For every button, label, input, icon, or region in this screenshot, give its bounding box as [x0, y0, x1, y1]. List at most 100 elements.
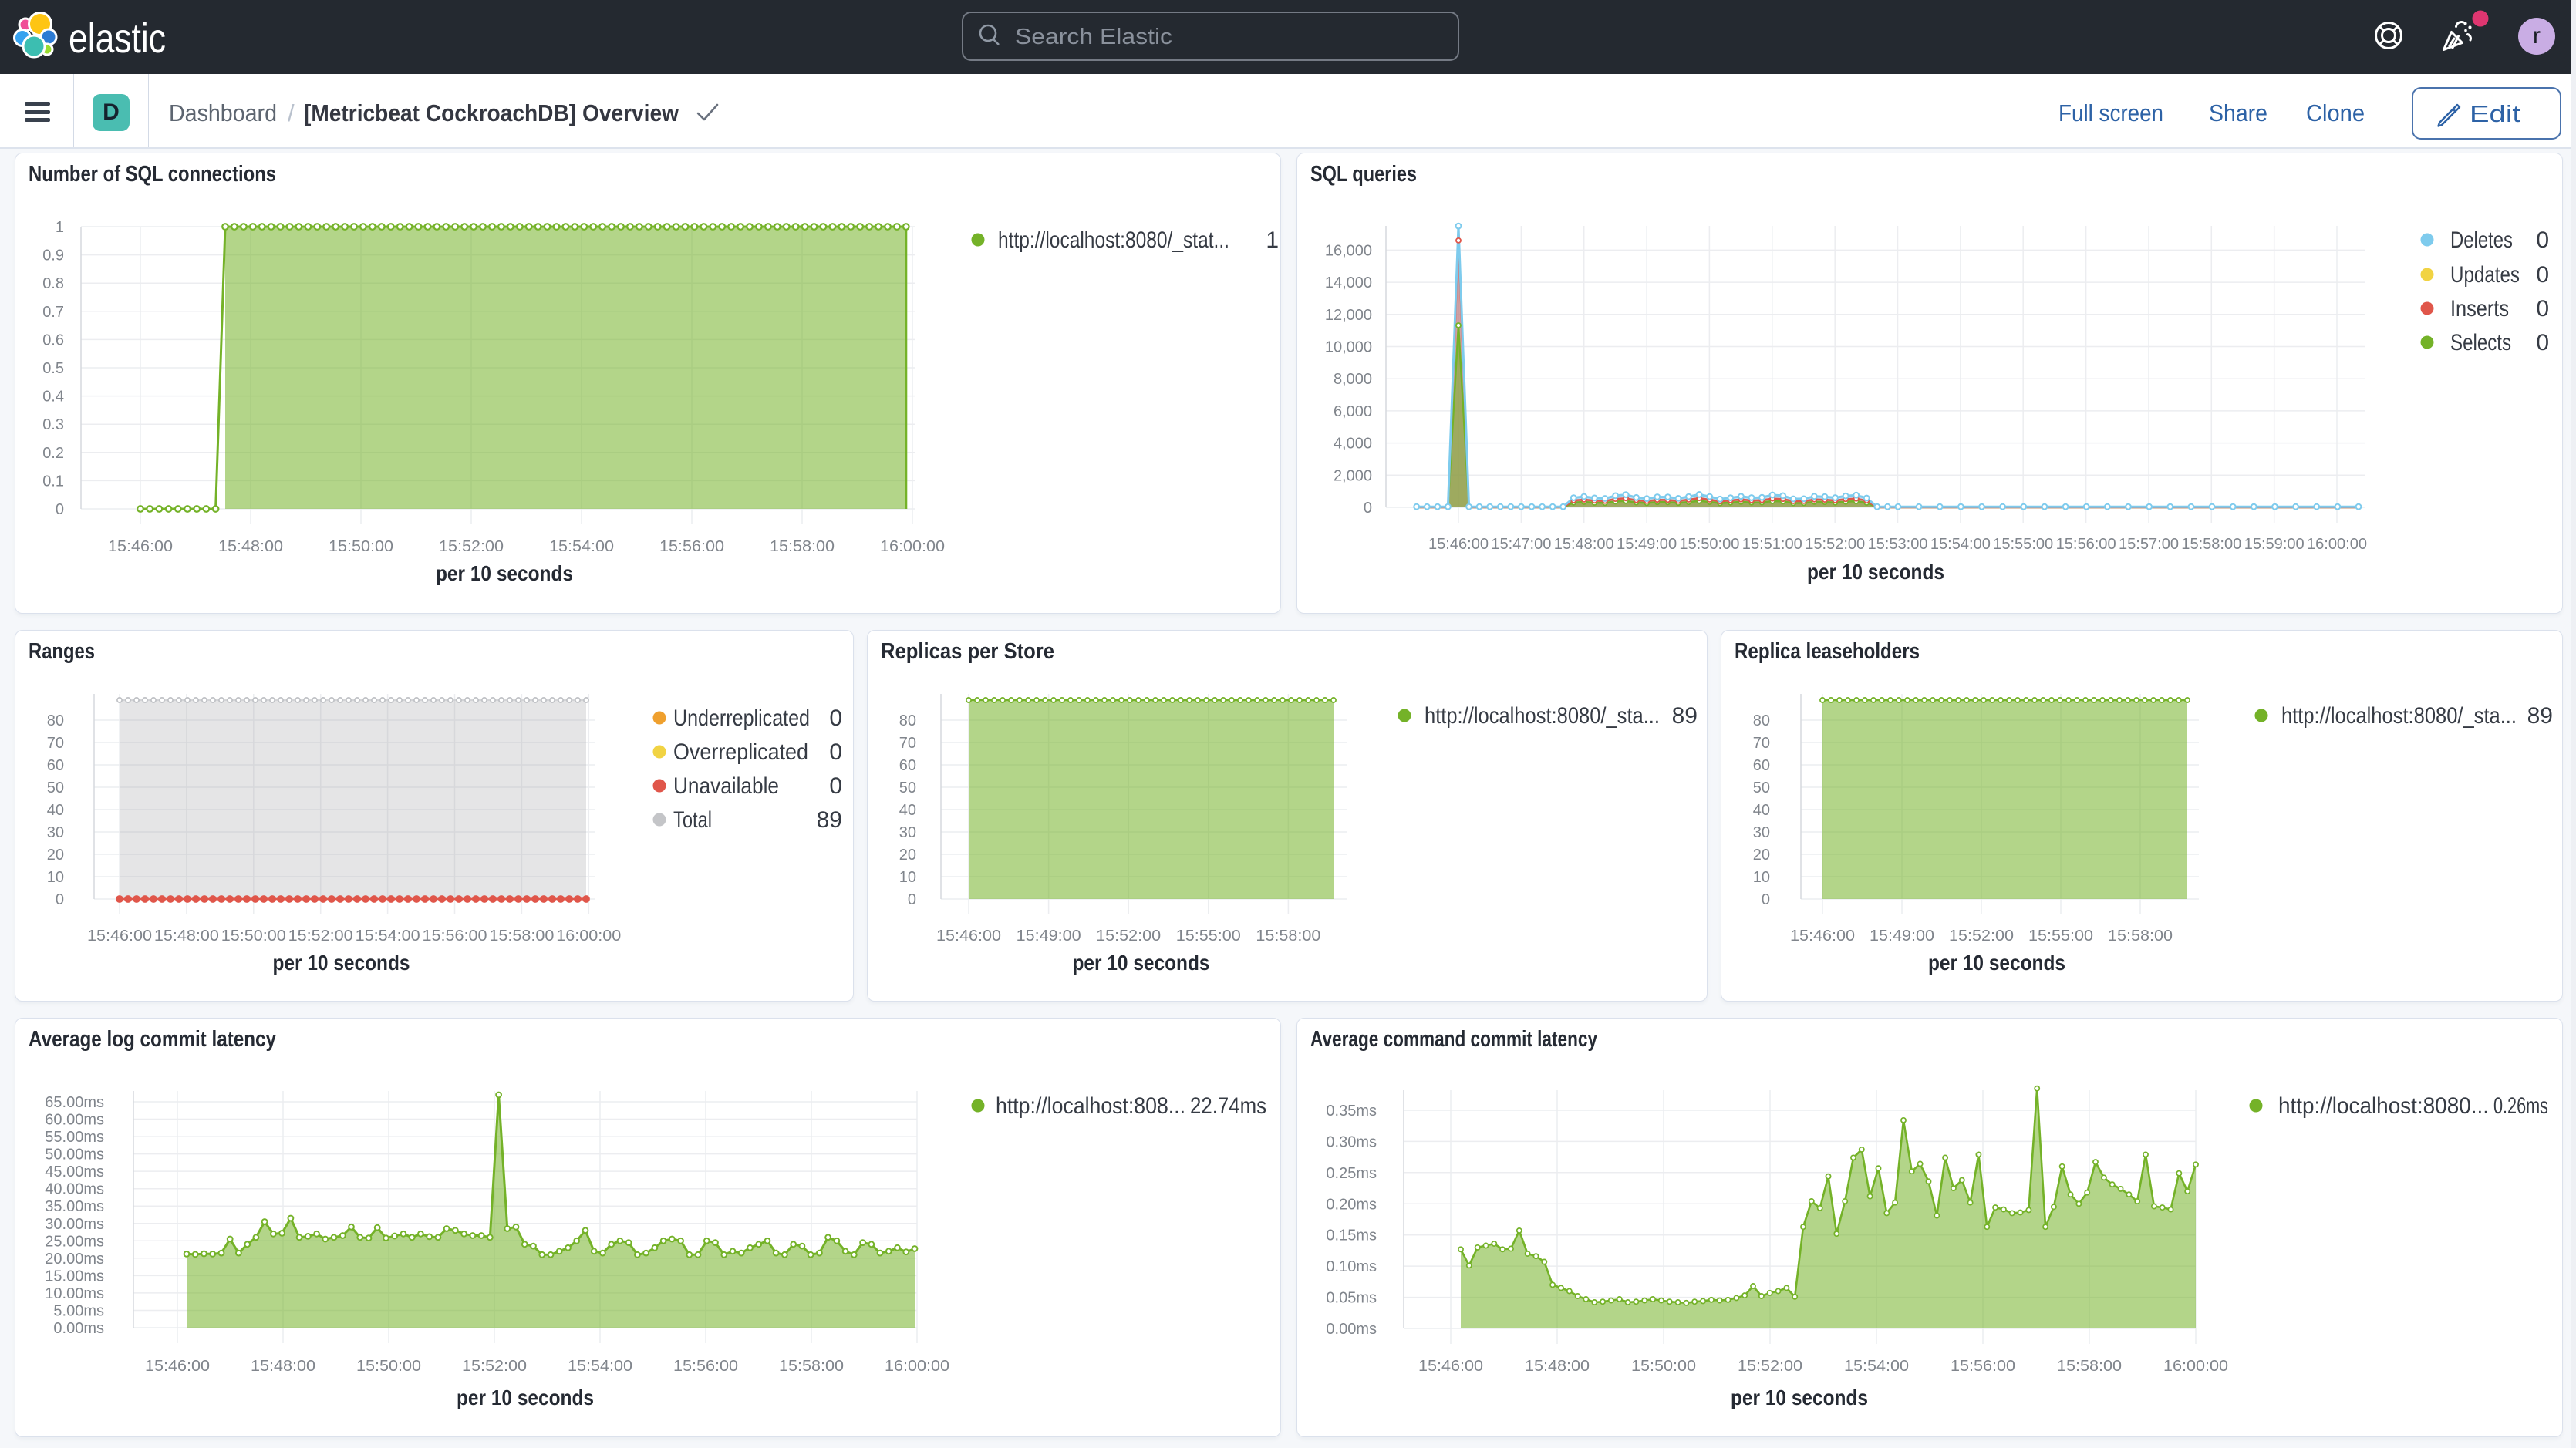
svg-text:15:49:00: 15:49:00 [1017, 928, 1081, 945]
svg-text:15:56:00: 15:56:00 [673, 1358, 738, 1375]
svg-text:55.00ms: 55.00ms [45, 1129, 104, 1146]
svg-text:15:51:00: 15:51:00 [1742, 536, 1802, 553]
svg-text:15:55:00: 15:55:00 [1993, 536, 2053, 553]
svg-text:15:54:00: 15:54:00 [1844, 1358, 1909, 1375]
svg-text:40: 40 [899, 802, 916, 819]
svg-text:0.4: 0.4 [42, 389, 64, 406]
svg-text:80: 80 [899, 712, 916, 729]
svg-text:[Metricbeat CockroachDB] Overv: [Metricbeat CockroachDB] Overview [304, 99, 679, 126]
svg-text:http://localhost:8080/_sta...: http://localhost:8080/_sta... [1425, 703, 1660, 729]
svg-text:15:52:00: 15:52:00 [288, 928, 353, 945]
svg-text:15:50:00: 15:50:00 [221, 928, 286, 945]
svg-text:15:46:00: 15:46:00 [87, 928, 152, 945]
svg-text:per 10 seconds: per 10 seconds [273, 951, 410, 975]
svg-text:15:52:00: 15:52:00 [1805, 536, 1865, 553]
svg-text:Search Elastic: Search Elastic [1015, 25, 1172, 49]
svg-text:0: 0 [2536, 296, 2549, 322]
svg-text:15:53:00: 15:53:00 [1868, 536, 1928, 553]
svg-text:8,000: 8,000 [1334, 371, 1372, 388]
svg-text:40: 40 [47, 802, 64, 819]
svg-text:35.00ms: 35.00ms [45, 1198, 104, 1215]
svg-text:15:57:00: 15:57:00 [2119, 536, 2179, 553]
svg-text:10.00ms: 10.00ms [45, 1285, 104, 1302]
svg-text:10: 10 [899, 869, 916, 886]
svg-text:0.05ms: 0.05ms [1326, 1290, 1377, 1307]
svg-text:1: 1 [1266, 227, 1279, 253]
svg-text:30: 30 [1753, 824, 1770, 841]
svg-text:http://localhost:8080...: http://localhost:8080... [2278, 1093, 2489, 1119]
svg-text:40: 40 [1753, 802, 1770, 819]
svg-text:Selects: Selects [2450, 330, 2511, 355]
svg-text:Edit: Edit [2470, 100, 2520, 127]
svg-text:15:52:00: 15:52:00 [1949, 928, 2014, 945]
svg-text:15:54:00: 15:54:00 [356, 928, 420, 945]
svg-text:0.35ms: 0.35ms [1326, 1103, 1377, 1120]
svg-text:per 10 seconds: per 10 seconds [1731, 1386, 1868, 1409]
svg-text:20: 20 [899, 847, 916, 864]
svg-text:0: 0 [56, 891, 64, 908]
svg-text:15:54:00: 15:54:00 [549, 538, 614, 555]
svg-text:0.6: 0.6 [42, 332, 64, 349]
svg-text:SQL queries: SQL queries [1310, 162, 1417, 187]
svg-text:Total: Total [673, 807, 712, 833]
svg-text:Deletes: Deletes [2450, 227, 2513, 253]
svg-text:Overreplicated: Overreplicated [673, 739, 808, 765]
svg-text:0: 0 [1762, 891, 1770, 908]
svg-text:80: 80 [47, 712, 64, 729]
svg-text:15:50:00: 15:50:00 [1679, 536, 1739, 553]
svg-text:70: 70 [899, 735, 916, 752]
svg-text:14,000: 14,000 [1325, 274, 1372, 291]
svg-text:15:52:00: 15:52:00 [462, 1358, 527, 1375]
svg-text:Replica leaseholders: Replica leaseholders [1735, 639, 1920, 664]
svg-text:15:58:00: 15:58:00 [489, 928, 554, 945]
svg-text:60: 60 [47, 757, 64, 774]
svg-text:20: 20 [1753, 847, 1770, 864]
svg-text:15:56:00: 15:56:00 [2056, 536, 2116, 553]
svg-text:60: 60 [899, 757, 916, 774]
svg-text:Clone: Clone [2306, 99, 2365, 126]
svg-text:15:58:00: 15:58:00 [2057, 1358, 2122, 1375]
svg-text:0.7: 0.7 [42, 304, 64, 321]
svg-text:/: / [288, 99, 295, 126]
svg-text:15:59:00: 15:59:00 [2244, 536, 2305, 553]
svg-text:Full screen: Full screen [2058, 99, 2163, 126]
svg-text:0: 0 [2536, 330, 2549, 355]
svg-text:10,000: 10,000 [1325, 339, 1372, 356]
svg-text:16:00:00: 16:00:00 [2163, 1358, 2228, 1375]
svg-text:15:50:00: 15:50:00 [356, 1358, 421, 1375]
svg-text:50: 50 [1753, 780, 1770, 796]
svg-text:15:58:00: 15:58:00 [1256, 928, 1320, 945]
svg-text:per 10 seconds: per 10 seconds [457, 1386, 594, 1409]
svg-text:Underreplicated: Underreplicated [673, 705, 810, 731]
svg-text:1: 1 [56, 219, 64, 236]
svg-text:89: 89 [2527, 703, 2553, 729]
svg-text:0: 0 [1364, 500, 1372, 517]
svg-text:15:58:00: 15:58:00 [779, 1358, 844, 1375]
svg-text:15:46:00: 15:46:00 [108, 538, 173, 555]
svg-text:0: 0 [829, 705, 842, 731]
svg-text:65.00ms: 65.00ms [45, 1094, 104, 1111]
svg-text:4,000: 4,000 [1334, 436, 1372, 453]
svg-text:15:56:00: 15:56:00 [1951, 1358, 2015, 1375]
svg-text:89: 89 [1672, 703, 1698, 729]
svg-text:2,000: 2,000 [1334, 467, 1372, 484]
svg-text:0: 0 [829, 773, 842, 799]
svg-text:0: 0 [56, 501, 64, 518]
svg-text:15:52:00: 15:52:00 [439, 538, 504, 555]
svg-text:15:48:00: 15:48:00 [251, 1358, 315, 1375]
svg-text:Ranges: Ranges [29, 639, 95, 664]
svg-text:15:49:00: 15:49:00 [1870, 928, 1934, 945]
svg-text:16:00:00: 16:00:00 [880, 538, 945, 555]
svg-text:Average log commit latency: Average log commit latency [29, 1027, 276, 1052]
svg-text:30: 30 [899, 824, 916, 841]
svg-text:elastic: elastic [69, 15, 166, 62]
svg-text:45.00ms: 45.00ms [45, 1163, 104, 1180]
svg-text:15:48:00: 15:48:00 [154, 928, 219, 945]
svg-text:89: 89 [817, 807, 842, 833]
svg-text:0.25ms: 0.25ms [1326, 1165, 1377, 1182]
svg-text:http://localhost:8080/_sta...: http://localhost:8080/_sta... [2281, 703, 2517, 729]
svg-text:Inserts: Inserts [2450, 296, 2509, 322]
svg-text:50: 50 [47, 780, 64, 796]
svg-text:0.00ms: 0.00ms [53, 1320, 104, 1337]
svg-text:60.00ms: 60.00ms [45, 1112, 104, 1129]
